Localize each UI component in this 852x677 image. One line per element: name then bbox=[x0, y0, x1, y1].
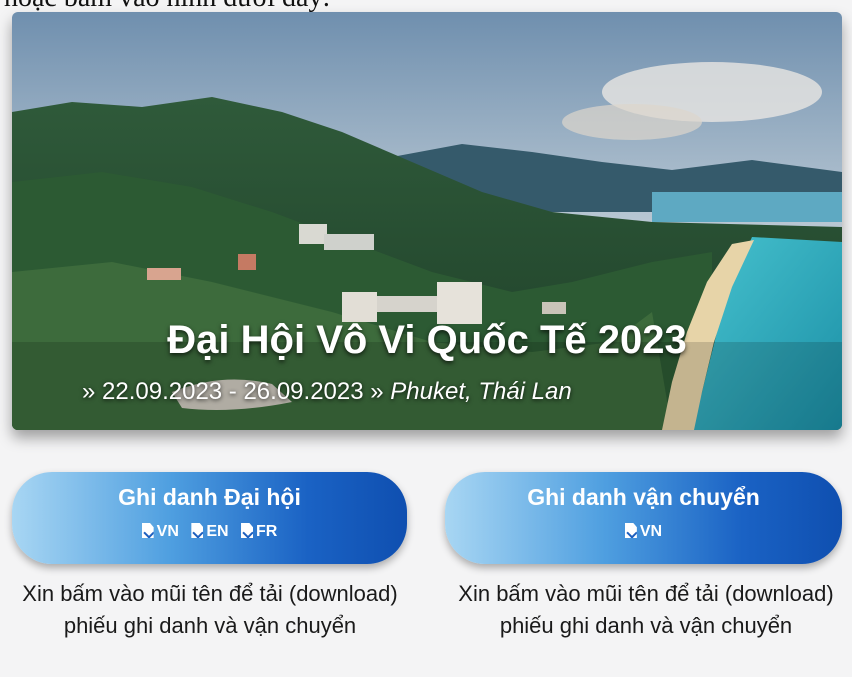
download-instruction: Xin bấm vào mũi tên để tải (download) ph… bbox=[458, 581, 834, 638]
file-download-icon bbox=[241, 523, 254, 538]
download-instruction: Xin bấm vào mũi tên để tải (download) ph… bbox=[22, 581, 398, 638]
file-download-icon bbox=[624, 523, 637, 538]
download-en-link[interactable]: EN bbox=[191, 523, 229, 541]
hero-photo bbox=[12, 12, 842, 430]
event-subtitle: » 22.09.2023 - 26.09.2023 » Phuket, Thái… bbox=[82, 378, 572, 406]
event-dates: » 22.09.2023 - 26.09.2023 » bbox=[82, 378, 384, 405]
download-vn-link[interactable]: VN bbox=[141, 523, 179, 541]
download-links: VN bbox=[445, 523, 842, 541]
register-transport-button[interactable]: Ghi danh vận chuyển VN bbox=[445, 472, 842, 564]
event-location: Phuket, Thái Lan bbox=[390, 378, 572, 405]
download-links: VN EN FR bbox=[12, 523, 407, 541]
file-download-icon bbox=[191, 523, 204, 538]
download-fr-link[interactable]: FR bbox=[241, 523, 277, 541]
hero-banner[interactable]: Đại Hội Vô Vi Quốc Tế 2023 » 22.09.2023 … bbox=[12, 12, 842, 430]
register-conference-button[interactable]: Ghi danh Đại hội VN EN FR bbox=[12, 472, 407, 564]
register-conference-title: Ghi danh Đại hội bbox=[118, 484, 301, 510]
file-download-icon bbox=[141, 523, 154, 538]
event-title: Đại Hội Vô Vi Quốc Tế 2023 bbox=[167, 318, 687, 362]
register-transport-title: Ghi danh vận chuyển bbox=[527, 484, 760, 510]
download-vn-link[interactable]: VN bbox=[624, 523, 662, 541]
